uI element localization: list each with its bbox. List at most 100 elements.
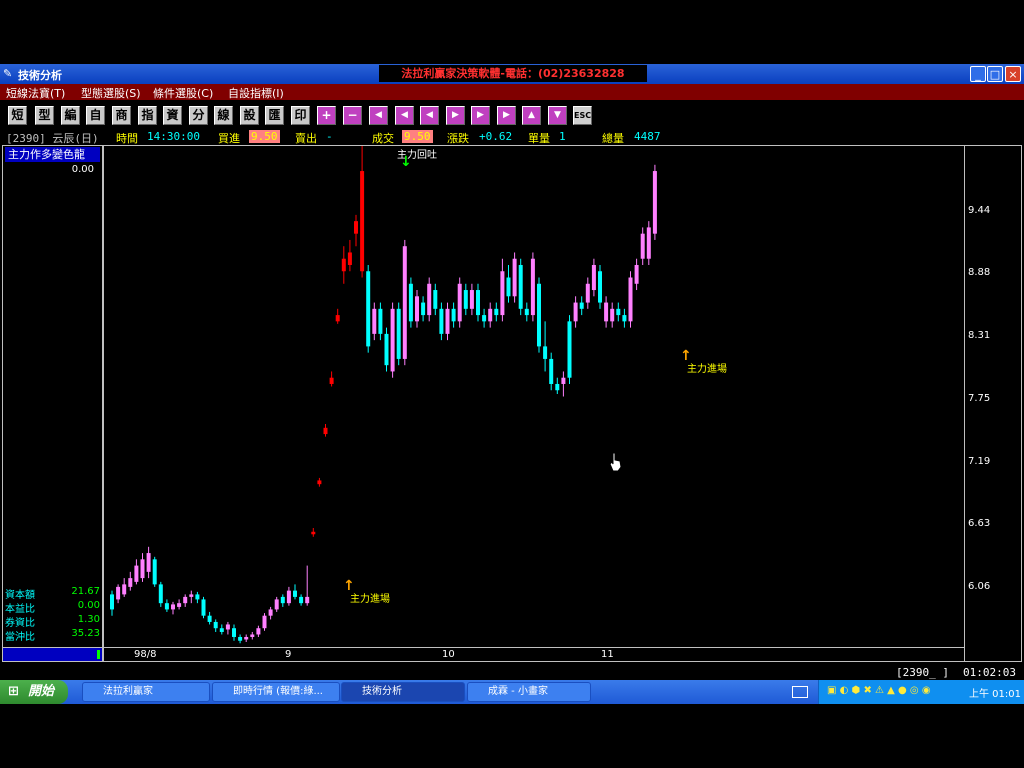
tool-pattern-button[interactable]: 型	[35, 106, 54, 125]
candle-body[interactable]	[494, 308, 499, 316]
candle-body[interactable]	[488, 308, 493, 322]
scroll-indicator[interactable]	[2, 647, 103, 662]
candle-body[interactable]	[604, 302, 609, 322]
candle-body[interactable]	[469, 290, 474, 309]
candle-body[interactable]	[402, 246, 407, 359]
escape-button[interactable]: ESC	[573, 106, 592, 125]
candle-body[interactable]	[573, 302, 578, 322]
candle-body[interactable]	[567, 321, 572, 378]
tool-custom-button[interactable]: 自	[86, 106, 105, 125]
candle-body[interactable]	[280, 596, 285, 604]
candle-body[interactable]	[500, 271, 505, 316]
candle-body[interactable]	[598, 271, 602, 303]
candle-body[interactable]	[116, 586, 121, 600]
candle-body[interactable]	[384, 333, 389, 366]
candle-body[interactable]	[341, 258, 346, 272]
candle-body[interactable]	[445, 308, 450, 334]
tool-export-button[interactable]: 匯	[265, 106, 284, 125]
candle-body[interactable]	[158, 584, 163, 604]
candle-body[interactable]	[628, 277, 633, 322]
candle-body[interactable]	[293, 590, 297, 597]
window-title-bar[interactable]: ✎ 技術分析 法拉利贏家決策軟體-電話：(02)23632828 _ □ ×	[0, 64, 1024, 84]
task-paint[interactable]: 成霖 - 小畫家	[467, 682, 591, 702]
candle-body[interactable]	[329, 377, 334, 384]
candle-body[interactable]	[201, 599, 206, 616]
candle-body[interactable]	[646, 227, 651, 259]
menu-item-pattern[interactable]: 型態選股(S)	[81, 85, 141, 101]
close-button[interactable]: ×	[1005, 66, 1021, 82]
candle-body[interactable]	[579, 302, 584, 309]
candle-body[interactable]	[225, 624, 230, 630]
task-technical-analysis[interactable]: 技術分析	[341, 682, 465, 702]
candle-body[interactable]	[140, 559, 145, 579]
candle-body[interactable]	[238, 636, 243, 641]
candle-body[interactable]	[457, 283, 462, 322]
nav-page-forward-icon[interactable]: ▶	[471, 106, 490, 125]
zoom-out-button[interactable]: −	[343, 106, 362, 125]
candle-body[interactable]	[640, 233, 645, 259]
candle-body[interactable]	[390, 308, 395, 372]
candle-body[interactable]	[506, 277, 511, 297]
tool-settings-button[interactable]: 設	[240, 106, 259, 125]
menu-item-short-term[interactable]: 短線法寶(T)	[6, 85, 65, 101]
candle-body[interactable]	[408, 283, 413, 322]
candle-body[interactable]	[244, 636, 249, 640]
tool-data-button[interactable]: 資	[163, 106, 182, 125]
task-ferrari[interactable]: 法拉利贏家	[82, 682, 210, 702]
candle-body[interactable]	[518, 264, 523, 309]
tool-minute-button[interactable]: 分	[189, 106, 208, 125]
candle-body[interactable]	[207, 615, 212, 622]
tool-indicator-button[interactable]: 指	[138, 106, 157, 125]
tool-line-button[interactable]: 線	[214, 106, 233, 125]
candle-body[interactable]	[652, 171, 657, 234]
maximize-button[interactable]: □	[987, 66, 1003, 82]
tool-short-button[interactable]: 短	[8, 106, 27, 125]
candle-body[interactable]	[482, 315, 487, 322]
candle-body[interactable]	[512, 258, 517, 297]
candle-body[interactable]	[378, 308, 383, 334]
candle-body[interactable]	[610, 308, 615, 322]
nav-first-icon[interactable]: ◀	[369, 106, 388, 125]
candle-body[interactable]	[317, 480, 322, 485]
nav-up-icon[interactable]: ▲	[522, 106, 541, 125]
candle-body[interactable]	[299, 596, 304, 604]
candle-body[interactable]	[323, 427, 328, 435]
start-button[interactable]: ⊞ 開始	[0, 680, 68, 704]
tool-print-button[interactable]: 印	[291, 106, 310, 125]
menu-item-custom-indicator[interactable]: 自設指標(I)	[228, 85, 284, 101]
candle-body[interactable]	[433, 290, 438, 309]
candle-body[interactable]	[262, 615, 267, 629]
minimize-button[interactable]: _	[970, 66, 986, 82]
candle-body[interactable]	[213, 621, 218, 629]
candle-body[interactable]	[354, 221, 358, 234]
candle-body[interactable]	[366, 271, 371, 347]
candle-body[interactable]	[122, 584, 127, 595]
keyboard-icon[interactable]	[792, 686, 808, 698]
candle-body[interactable]	[561, 377, 566, 384]
candle-body[interactable]	[250, 634, 255, 637]
candle-body[interactable]	[549, 358, 554, 384]
candle-body[interactable]	[530, 258, 535, 316]
candle-body[interactable]	[189, 594, 194, 597]
candle-body[interactable]	[427, 283, 432, 316]
candle-body[interactable]	[585, 283, 590, 303]
candle-body[interactable]	[171, 604, 175, 610]
scroll-thumb[interactable]	[97, 650, 100, 659]
candle-body[interactable]	[177, 603, 182, 607]
candle-body[interactable]	[451, 308, 456, 322]
candle-body[interactable]	[415, 296, 419, 322]
candle-body[interactable]	[305, 596, 310, 604]
candle-body[interactable]	[164, 603, 169, 610]
candle-body[interactable]	[268, 609, 273, 616]
zoom-in-button[interactable]: +	[317, 106, 336, 125]
candle-body[interactable]	[232, 628, 236, 637]
candle-body[interactable]	[634, 264, 639, 284]
menu-item-condition[interactable]: 條件選股(C)	[153, 85, 213, 101]
candle-body[interactable]	[396, 308, 401, 359]
candlestick-chart[interactable]	[104, 146, 964, 647]
tool-commodity-button[interactable]: 商	[112, 106, 131, 125]
candle-body[interactable]	[195, 594, 200, 600]
candle-body[interactable]	[543, 346, 548, 359]
candle-body[interactable]	[616, 308, 621, 316]
candle-body[interactable]	[128, 578, 133, 587]
